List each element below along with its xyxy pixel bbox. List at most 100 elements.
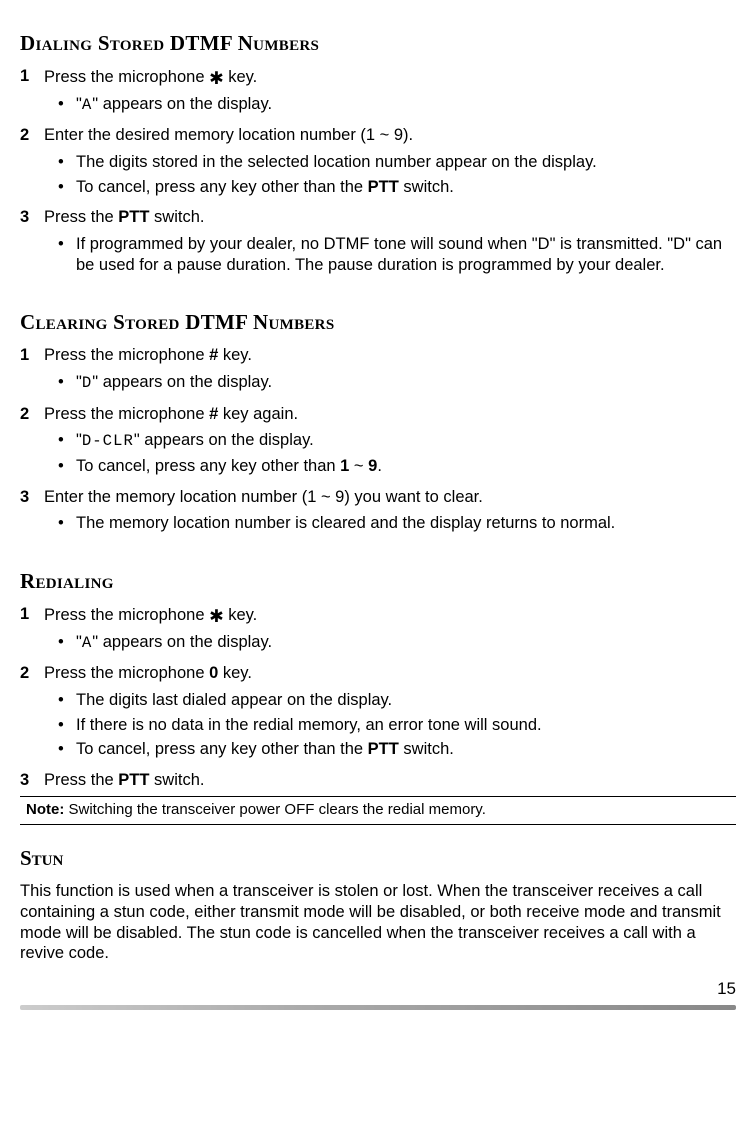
- text: key.: [218, 346, 252, 364]
- step-number: 2: [20, 404, 44, 425]
- text: To cancel, press any key other than the: [76, 740, 368, 758]
- bullet-item: • "D" appears on the display.: [58, 372, 736, 394]
- step-text: Press the microphone 0 key.: [44, 663, 736, 684]
- bullet-item: • "D-CLR" appears on the display.: [58, 430, 736, 452]
- text: " appears on the display.: [134, 431, 314, 449]
- bold-text: #: [209, 405, 218, 423]
- lcd-text: D: [82, 374, 92, 392]
- bullet-icon: •: [58, 739, 76, 760]
- text: " appears on the display.: [92, 633, 272, 651]
- text: key.: [224, 68, 258, 86]
- bullet-item: • If there is no data in the redial memo…: [58, 715, 736, 736]
- step-number: 1: [20, 66, 44, 88]
- step-text: Enter the memory location number (1 ~ 9)…: [44, 487, 736, 508]
- bullet-text: The digits stored in the selected locati…: [76, 152, 597, 173]
- bullet-text: To cancel, press any key other than the …: [76, 177, 454, 198]
- text: switch.: [399, 740, 454, 758]
- clearing-step2-bullets: • "D-CLR" appears on the display. • To c…: [58, 430, 736, 476]
- step-number: 2: [20, 125, 44, 146]
- step-number: 1: [20, 604, 44, 626]
- heading-redialing: Redialing: [20, 568, 736, 594]
- bullet-icon: •: [58, 234, 76, 275]
- text: key.: [218, 664, 252, 682]
- bullet-icon: •: [58, 513, 76, 534]
- dialing-step3: 3 Press the PTT switch.: [20, 207, 736, 228]
- step-number: 3: [20, 770, 44, 791]
- text: Press the microphone: [44, 405, 209, 423]
- bullet-icon: •: [58, 177, 76, 198]
- step-text: Enter the desired memory location number…: [44, 125, 736, 146]
- bullet-item: • To cancel, press any key other than 1 …: [58, 456, 736, 477]
- text: Press the: [44, 208, 118, 226]
- text: key again.: [218, 405, 298, 423]
- note-label: Note:: [26, 801, 64, 818]
- clearing-step3: 3 Enter the memory location number (1 ~ …: [20, 487, 736, 508]
- step-text: Press the microphone ✱ key.: [44, 604, 736, 626]
- star-icon: ✱: [209, 68, 224, 88]
- redialing-step2-bullets: • The digits last dialed appear on the d…: [58, 690, 736, 760]
- step-text: Press the PTT switch.: [44, 207, 736, 228]
- dialing-step2: 2 Enter the desired memory location numb…: [20, 125, 736, 146]
- text: Press the microphone: [44, 68, 209, 86]
- bullet-text: The digits last dialed appear on the dis…: [76, 690, 392, 711]
- redialing-step1: 1 Press the microphone ✱ key.: [20, 604, 736, 626]
- bold-text: PTT: [368, 740, 399, 758]
- text: switch.: [149, 771, 204, 789]
- dialing-step2-bullets: • The digits stored in the selected loca…: [58, 152, 736, 197]
- dialing-step3-bullets: • If programmed by your dealer, no DTMF …: [58, 234, 736, 275]
- bullet-text: To cancel, press any key other than the …: [76, 739, 454, 760]
- text: key.: [224, 606, 258, 624]
- heading-clearing: Clearing Stored DTMF Numbers: [20, 309, 736, 335]
- bold-text: 9: [368, 457, 377, 475]
- bullet-text: "D" appears on the display.: [76, 372, 272, 394]
- bullet-text: "A" appears on the display.: [76, 632, 272, 654]
- bold-text: #: [209, 346, 218, 364]
- text: .: [377, 457, 382, 475]
- text: ~: [349, 457, 368, 475]
- step-text: Press the microphone # key again.: [44, 404, 736, 425]
- bullet-icon: •: [58, 632, 76, 654]
- bullet-text: The memory location number is cleared an…: [76, 513, 615, 534]
- bullet-icon: •: [58, 372, 76, 394]
- bullet-item: • "A" appears on the display.: [58, 94, 736, 116]
- bullet-icon: •: [58, 430, 76, 452]
- redialing-step3: 3 Press the PTT switch.: [20, 770, 736, 791]
- bullet-text: If there is no data in the redial memory…: [76, 715, 542, 736]
- page-number: 15: [20, 978, 736, 999]
- bullet-icon: •: [58, 715, 76, 736]
- bullet-item: • "A" appears on the display.: [58, 632, 736, 654]
- bullet-item: • To cancel, press any key other than th…: [58, 177, 736, 198]
- clearing-step2: 2 Press the microphone # key again.: [20, 404, 736, 425]
- dialing-step1: 1 Press the microphone ✱ key.: [20, 66, 736, 88]
- text: To cancel, press any key other than: [76, 457, 340, 475]
- note-text: Switching the transceiver power OFF clea…: [64, 801, 486, 818]
- bullet-icon: •: [58, 690, 76, 711]
- clearing-step3-bullets: • The memory location number is cleared …: [58, 513, 736, 534]
- step-text: Press the microphone ✱ key.: [44, 66, 736, 88]
- note-box: Note: Switching the transceiver power OF…: [20, 796, 736, 825]
- dialing-step1-bullets: • "A" appears on the display.: [58, 94, 736, 116]
- clearing-step1: 1 Press the microphone # key.: [20, 345, 736, 366]
- bullet-item: • The digits stored in the selected loca…: [58, 152, 736, 173]
- star-icon: ✱: [209, 606, 224, 626]
- footer-bar: [20, 1005, 736, 1010]
- step-text: Press the PTT switch.: [44, 770, 736, 791]
- heading-stun: Stun: [20, 845, 736, 871]
- text: " appears on the display.: [92, 373, 272, 391]
- text: Press the microphone: [44, 606, 209, 624]
- step-number: 1: [20, 345, 44, 366]
- bold-text: 1: [340, 457, 349, 475]
- lcd-text: A: [82, 634, 92, 652]
- lcd-text: A: [82, 96, 92, 114]
- bullet-item: • To cancel, press any key other than th…: [58, 739, 736, 760]
- step-number: 3: [20, 207, 44, 228]
- stun-body: This function is used when a transceiver…: [20, 881, 736, 964]
- bullet-icon: •: [58, 94, 76, 116]
- bullet-text: "A" appears on the display.: [76, 94, 272, 116]
- bold-text: 0: [209, 664, 218, 682]
- bullet-icon: •: [58, 152, 76, 173]
- text: Press the microphone: [44, 664, 209, 682]
- text: " appears on the display.: [92, 95, 272, 113]
- heading-dialing: Dialing Stored DTMF Numbers: [20, 30, 736, 56]
- bullet-text: To cancel, press any key other than 1 ~ …: [76, 456, 382, 477]
